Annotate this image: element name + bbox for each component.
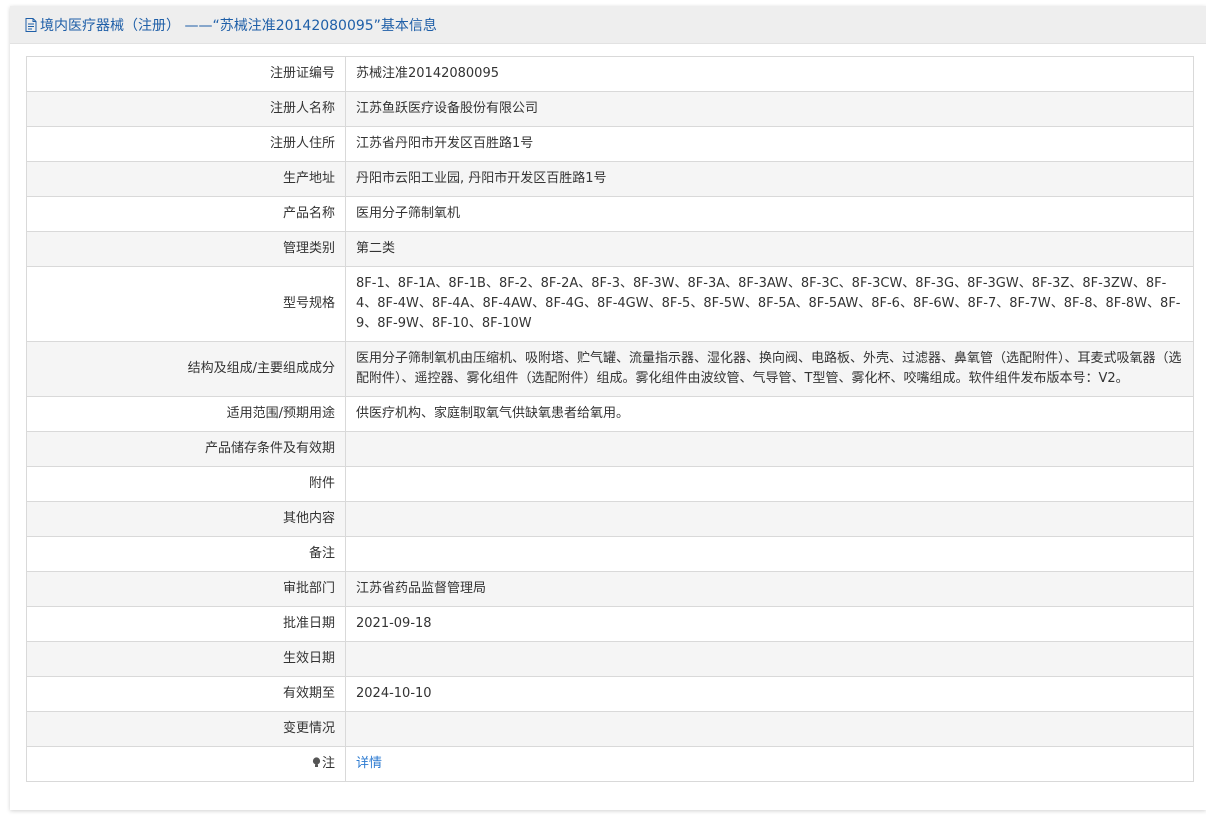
- table-row: 批准日期 2021-09-18: [26, 606, 1194, 642]
- document-icon: [25, 17, 37, 32]
- lightbulb-icon: [312, 757, 321, 767]
- row-label: 附件: [26, 466, 346, 502]
- info-panel: 境内医疗器械（注册） ——“苏械注准20142080095”基本信息 注册证编号…: [10, 6, 1206, 810]
- row-label: 管理类别: [26, 231, 346, 267]
- row-value: 供医疗机构、家庭制取氧气供缺氧患者给氧用。: [345, 396, 1194, 432]
- row-label: 产品储存条件及有效期: [26, 431, 346, 467]
- table-row: 产品储存条件及有效期: [26, 431, 1194, 467]
- row-value: 2021-09-18: [345, 606, 1194, 642]
- row-label: 备注: [26, 536, 346, 572]
- row-value: 2024-10-10: [345, 676, 1194, 712]
- table-row: 审批部门 江苏省药品监督管理局: [26, 571, 1194, 607]
- table-row: 产品名称 医用分子筛制氧机: [26, 196, 1194, 232]
- table-row: 附件: [26, 466, 1194, 502]
- row-value: [345, 536, 1194, 572]
- row-label: 型号规格: [26, 266, 346, 342]
- panel-header: 境内医疗器械（注册） ——“苏械注准20142080095”基本信息: [10, 6, 1206, 44]
- table-row: 注册证编号 苏械注准20142080095: [26, 56, 1194, 92]
- page-title: 境内医疗器械（注册） ——“苏械注准20142080095”基本信息: [40, 17, 437, 34]
- row-value: [345, 431, 1194, 467]
- table-row: 变更情况: [26, 711, 1194, 747]
- table-row: 生效日期: [26, 641, 1194, 677]
- info-table: 注册证编号 苏械注准20142080095 注册人名称 江苏鱼跃医疗设备股份有限公司…: [26, 56, 1194, 782]
- row-value: [345, 711, 1194, 747]
- row-label: 结构及组成/主要组成成分: [26, 341, 346, 397]
- row-value: 医用分子筛制氧机: [345, 196, 1194, 232]
- row-label: 适用范围/预期用途: [26, 396, 346, 432]
- row-label: 其他内容: [26, 501, 346, 537]
- row-value: [345, 641, 1194, 677]
- row-value: [345, 466, 1194, 502]
- row-label: 变更情况: [26, 711, 346, 747]
- row-value: [345, 501, 1194, 537]
- row-value: 丹阳市云阳工业园, 丹阳市开发区百胜路1号: [345, 161, 1194, 197]
- table-row: 注册人名称 江苏鱼跃医疗设备股份有限公司: [26, 91, 1194, 127]
- row-label: 批准日期: [26, 606, 346, 642]
- row-label: 生效日期: [26, 641, 346, 677]
- row-value: 第二类: [345, 231, 1194, 267]
- note-label: 注: [321, 756, 335, 771]
- table-row: 管理类别 第二类: [26, 231, 1194, 267]
- table-row: 型号规格 8F-1、8F-1A、8F-1B、8F-2、8F-2A、8F-3、8F-…: [26, 266, 1194, 342]
- detail-link[interactable]: 详情: [356, 756, 382, 771]
- row-value: 苏械注准20142080095: [345, 56, 1194, 92]
- note-row: 注 详情: [26, 746, 1194, 782]
- row-label: 生产地址: [26, 161, 346, 197]
- row-value: 江苏省药品监督管理局: [345, 571, 1194, 607]
- table-row: 其他内容: [26, 501, 1194, 537]
- table-row: 适用范围/预期用途 供医疗机构、家庭制取氧气供缺氧患者给氧用。: [26, 396, 1194, 432]
- table-row: 备注: [26, 536, 1194, 572]
- row-value: 江苏省丹阳市开发区百胜路1号: [345, 126, 1194, 162]
- row-label: 注册人住所: [26, 126, 346, 162]
- row-label: 产品名称: [26, 196, 346, 232]
- row-label: 有效期至: [26, 676, 346, 712]
- table-row: 结构及组成/主要组成成分 医用分子筛制氧机由压缩机、吸附塔、贮气罐、流量指示器、湿…: [26, 341, 1194, 397]
- row-value: 医用分子筛制氧机由压缩机、吸附塔、贮气罐、流量指示器、湿化器、换向阀、电路板、外…: [345, 341, 1194, 397]
- row-label: 注册证编号: [26, 56, 346, 92]
- row-value: 8F-1、8F-1A、8F-1B、8F-2、8F-2A、8F-3、8F-3W、8…: [345, 266, 1194, 342]
- table-row: 有效期至 2024-10-10: [26, 676, 1194, 712]
- table-row: 注册人住所 江苏省丹阳市开发区百胜路1号: [26, 126, 1194, 162]
- row-value: 江苏鱼跃医疗设备股份有限公司: [345, 91, 1194, 127]
- note-label-cell: 注: [26, 746, 346, 782]
- row-label: 注册人名称: [26, 91, 346, 127]
- note-value-cell: 详情: [345, 746, 1194, 782]
- row-label: 审批部门: [26, 571, 346, 607]
- table-row: 生产地址 丹阳市云阳工业园, 丹阳市开发区百胜路1号: [26, 161, 1194, 197]
